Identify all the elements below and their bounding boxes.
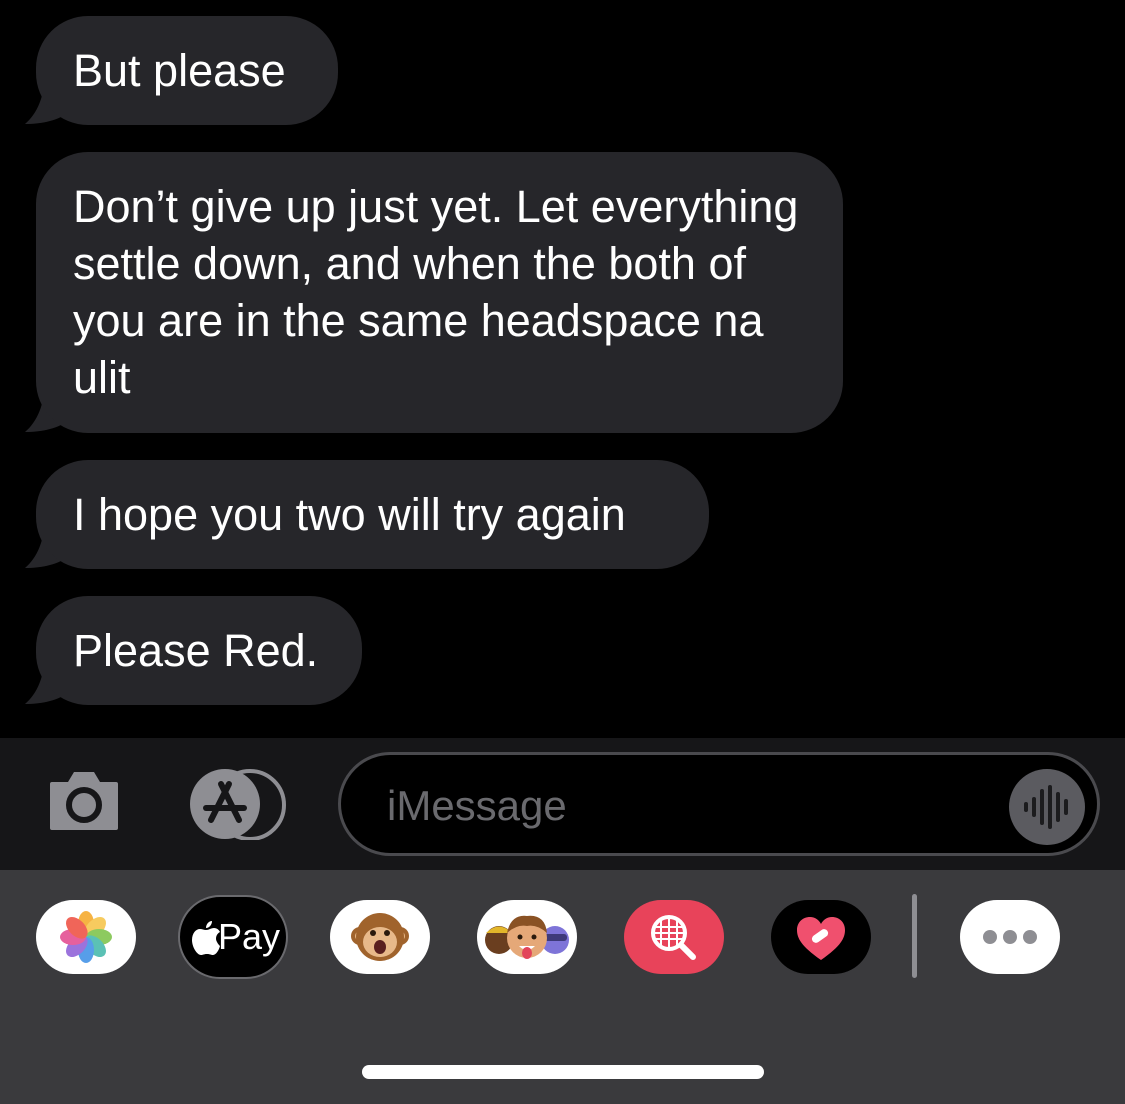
memoji-stickers-app-button[interactable] <box>477 900 577 974</box>
message-bubble[interactable]: Please Red. <box>36 596 362 705</box>
app-store-button[interactable] <box>188 768 288 840</box>
photos-app-button[interactable] <box>36 900 136 974</box>
message-input[interactable]: iMessage <box>338 752 1100 856</box>
ellipsis-icon <box>983 930 1037 944</box>
app-drawer: Pay <box>0 870 1125 1104</box>
image-search-icon <box>651 915 696 960</box>
apple-pay-app-button[interactable]: Pay <box>178 895 288 979</box>
camera-icon <box>50 772 118 830</box>
message-row: Please Red. <box>0 596 362 705</box>
drawer-divider <box>912 894 917 978</box>
message-row: Don’t give up just yet. Let everything s… <box>0 152 843 433</box>
compose-bar: iMessage <box>0 738 1125 870</box>
waveform-icon <box>1024 785 1068 829</box>
animoji-app-button[interactable] <box>330 900 430 974</box>
message-bubble[interactable]: Don’t give up just yet. Let everything s… <box>36 152 843 433</box>
message-text: Please Red. <box>73 625 319 676</box>
more-apps-button[interactable] <box>960 900 1060 974</box>
message-input-placeholder: iMessage <box>387 782 567 829</box>
message-bubble[interactable]: But please <box>36 16 338 125</box>
photos-icon <box>60 911 112 963</box>
message-bubble[interactable]: I hope you two will try again <box>36 460 709 569</box>
message-row: I hope you two will try again <box>0 460 709 569</box>
message-row: But please <box>0 16 338 125</box>
apple-pay-label: Pay <box>218 916 281 957</box>
camera-button[interactable] <box>48 768 120 832</box>
home-indicator[interactable] <box>362 1065 764 1079</box>
message-thread[interactable]: But please Don’t give up just yet. Let e… <box>0 0 1125 738</box>
monkey-icon <box>351 913 409 961</box>
heart-icon <box>797 917 845 960</box>
message-text: Don’t give up just yet. Let everything s… <box>73 181 799 403</box>
messages-screen: But please Don’t give up just yet. Let e… <box>0 0 1125 1104</box>
digital-touch-app-button[interactable] <box>771 900 871 974</box>
audio-message-button[interactable] <box>1009 769 1085 845</box>
message-text: But please <box>73 45 286 96</box>
memoji-icon <box>485 915 569 959</box>
images-search-app-button[interactable] <box>624 900 724 974</box>
app-store-icon <box>190 769 286 840</box>
message-text: I hope you two will try again <box>73 489 626 540</box>
